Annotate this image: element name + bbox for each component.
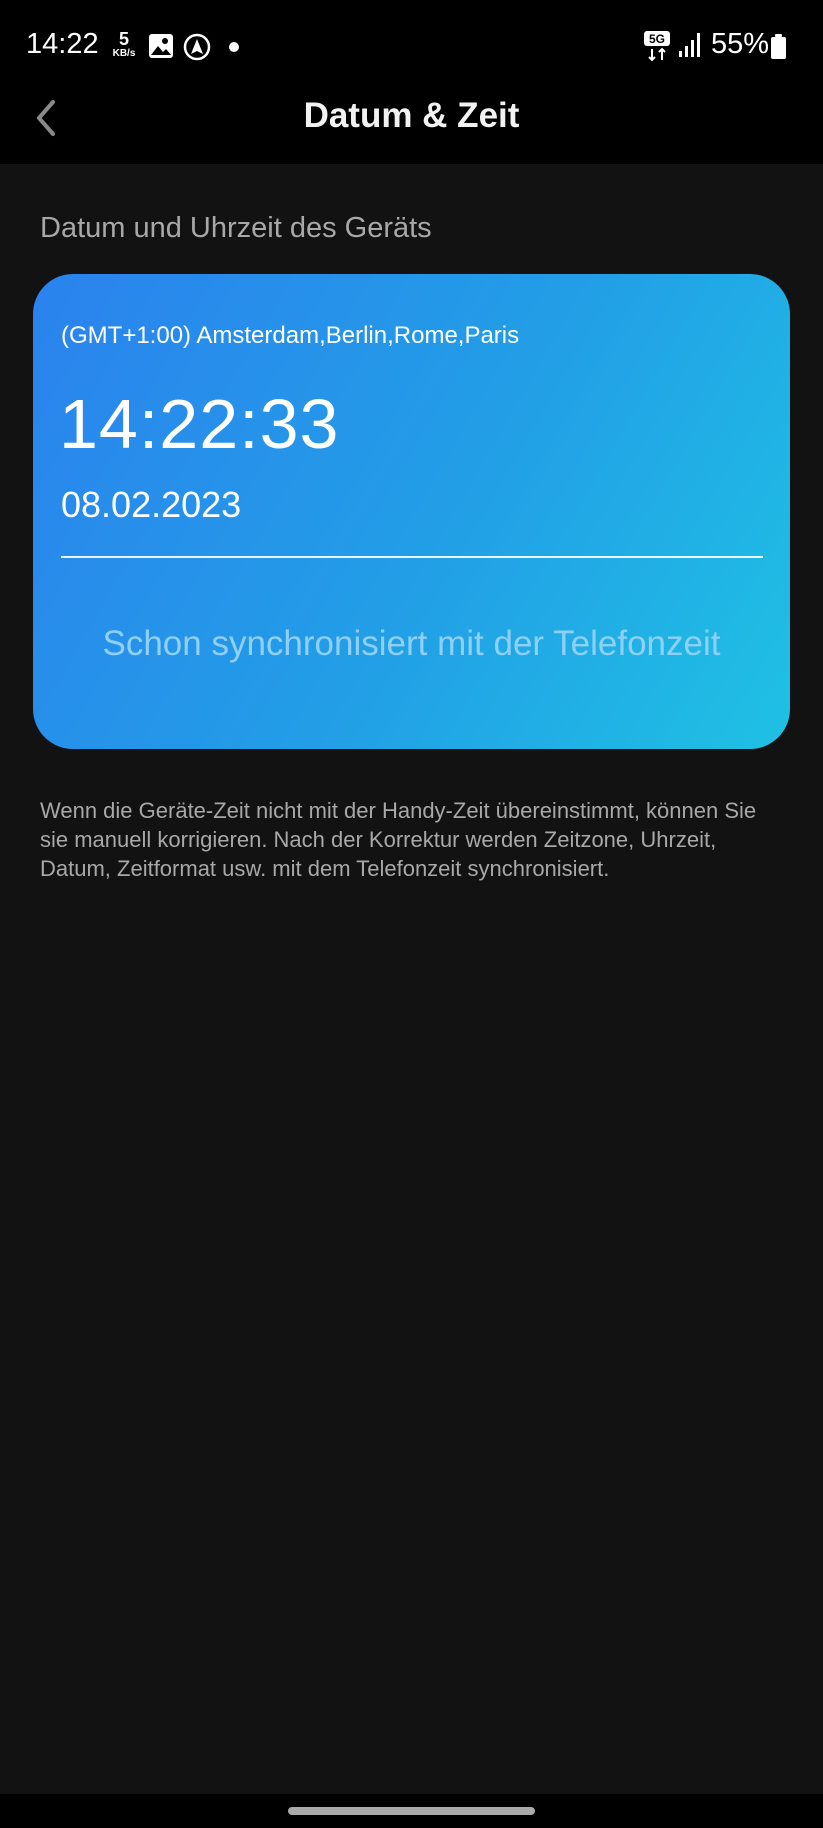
- title-bar: Datum & Zeit: [0, 92, 823, 164]
- device-date: 08.02.2023: [61, 484, 242, 525]
- notification-dot-icon: [229, 42, 239, 52]
- status-bar: 14:22 5 KB/s 5G 55%: [0, 0, 823, 92]
- info-text: Wenn die Geräte-Zeit nicht mit der Handy…: [40, 798, 757, 881]
- navigation-bar: [0, 1794, 823, 1828]
- gallery-icon: [149, 34, 173, 58]
- card-divider: [61, 556, 763, 558]
- network-speed-unit: KB/s: [112, 48, 136, 59]
- signal-icon: [679, 33, 700, 57]
- screen: 14:22 5 KB/s 5G 55% Datum & Zeit Datum u…: [0, 0, 823, 1828]
- battery-icon: [771, 34, 786, 59]
- page-title: Datum & Zeit: [303, 96, 520, 135]
- network-type-label: 5G: [649, 32, 665, 46]
- home-indicator[interactable]: [288, 1807, 535, 1815]
- section-label: Datum und Uhrzeit des Geräts: [40, 212, 432, 244]
- timezone-label: (GMT+1:00) Amsterdam,Berlin,Rome,Paris: [61, 322, 520, 349]
- navigation-icon: [183, 33, 211, 61]
- sync-time-button[interactable]: Schon synchronisiert mit der Telefonzeit: [33, 624, 790, 664]
- device-time: 14:22:33: [59, 385, 340, 463]
- battery-percent: 55%: [711, 28, 770, 60]
- network-speed: 5 KB/s: [109, 30, 139, 59]
- network-speed-value: 5: [118, 29, 129, 49]
- device-time-card: (GMT+1:00) Amsterdam,Berlin,Rome,Paris 1…: [33, 274, 790, 749]
- 5g-icon: 5G: [644, 31, 670, 62]
- status-time: 14:22: [26, 28, 99, 60]
